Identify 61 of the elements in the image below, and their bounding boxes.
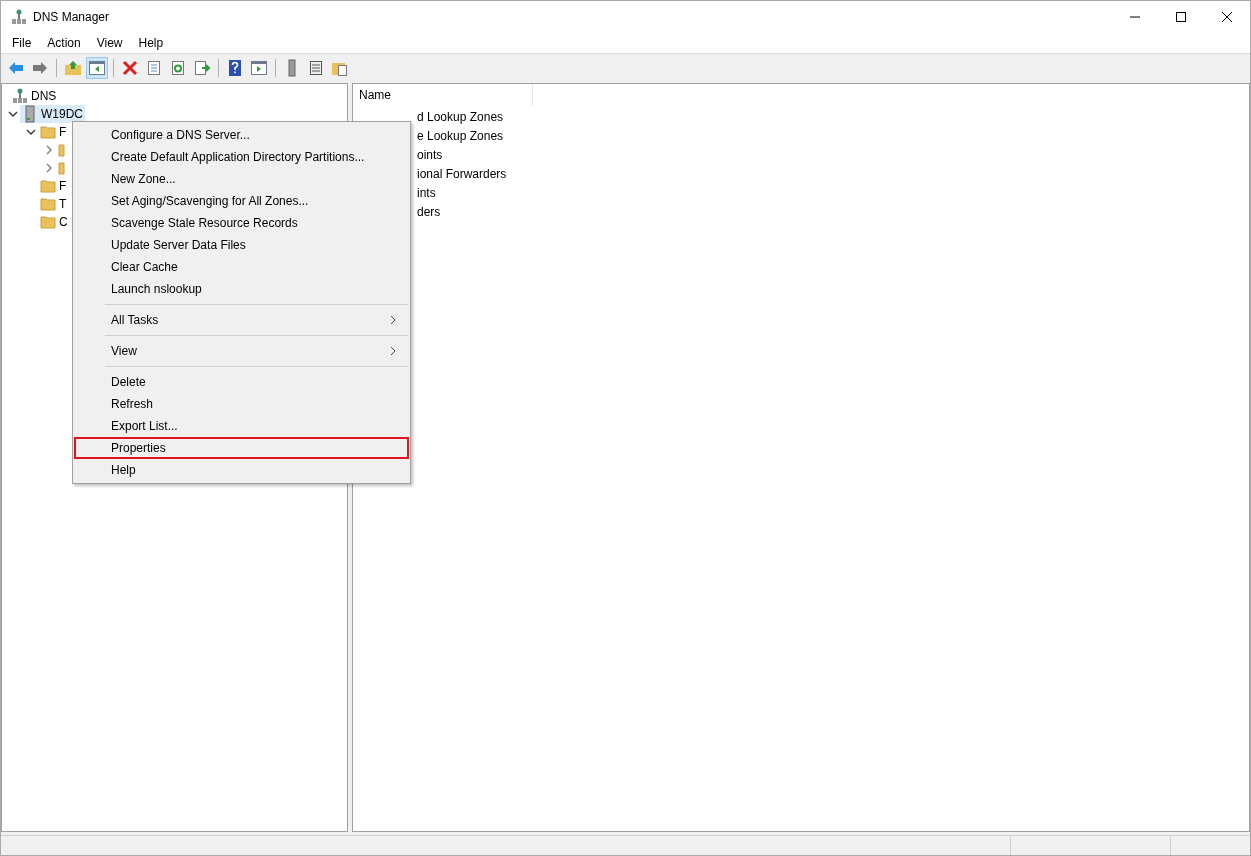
- collapse-chevron-icon[interactable]: [44, 145, 54, 155]
- collapse-chevron-icon[interactable]: [44, 163, 54, 173]
- list-icon: [307, 59, 325, 77]
- window-title: DNS Manager: [33, 8, 110, 26]
- expand-chevron-icon[interactable]: [8, 109, 18, 119]
- server-icon: [22, 105, 38, 123]
- folder-icon: [58, 161, 65, 175]
- list-item[interactable]: ders: [417, 202, 441, 221]
- list-item[interactable]: d Lookup Zones: [417, 107, 504, 126]
- folder-icon: [40, 197, 56, 211]
- folder-icon: [58, 143, 65, 157]
- help-icon: [226, 59, 244, 77]
- column-header[interactable]: Name: [353, 84, 533, 106]
- menu-item[interactable]: File: [4, 33, 40, 52]
- context-menu-item[interactable]: Properties: [74, 437, 409, 459]
- context-menu-item[interactable]: Clear Cache: [74, 256, 409, 278]
- tree-item[interactable]: W19DC: [20, 105, 85, 123]
- list-item[interactable]: ints: [417, 183, 436, 202]
- submenu-chevron-icon: [389, 315, 397, 325]
- folder-icon: [40, 125, 56, 139]
- network-icon: [12, 88, 28, 104]
- context-menu-item[interactable]: Create Default Application Directory Partitions...: [74, 146, 409, 168]
- folder-icon: [40, 179, 56, 193]
- forward-arrow-icon: [31, 59, 49, 77]
- context-menu-item[interactable]: Export List...: [74, 415, 409, 437]
- menu-item[interactable]: View: [88, 33, 131, 52]
- context-menu-item[interactable]: Launch nslookup: [74, 278, 409, 300]
- maximize-icon: [1176, 11, 1186, 22]
- console-window-icon: [250, 59, 268, 77]
- folder-icon: [40, 215, 56, 229]
- list-item[interactable]: e Lookup Zones: [417, 126, 504, 145]
- context-menu-item[interactable]: Scavenge Stale Resource Records: [74, 212, 409, 234]
- close-icon: [1222, 11, 1232, 22]
- tree-item[interactable]: F: [38, 177, 69, 195]
- toolbar-button[interactable]: [86, 57, 108, 79]
- tree-item[interactable]: DNS: [10, 87, 59, 105]
- network-icon: [11, 8, 27, 25]
- tree-item[interactable]: F: [38, 123, 69, 141]
- refresh-icon: [169, 59, 187, 77]
- context-menu-item[interactable]: Configure a DNS Server...: [74, 124, 409, 146]
- folder-up-icon: [64, 59, 82, 77]
- delete-x-icon: [121, 59, 139, 77]
- context-menu-item[interactable]: Update Server Data Files: [74, 234, 409, 256]
- context-menu-item[interactable]: Delete: [74, 371, 409, 393]
- expand-chevron-icon[interactable]: [26, 127, 36, 137]
- list-item[interactable]: oints: [417, 145, 443, 164]
- menu-item[interactable]: Action: [39, 33, 89, 52]
- context-menu-item[interactable]: All Tasks: [74, 309, 409, 331]
- context-menu-item[interactable]: Help: [74, 459, 409, 481]
- submenu-chevron-icon: [389, 346, 397, 356]
- context-menu-item[interactable]: Refresh: [74, 393, 409, 415]
- tree-item[interactable]: C: [38, 213, 70, 231]
- context-menu-item[interactable]: View: [74, 340, 409, 362]
- export-list-icon: [193, 59, 211, 77]
- menu-item[interactable]: Help: [130, 33, 172, 52]
- tree-item[interactable]: T: [38, 195, 69, 213]
- context-menu-item[interactable]: New Zone...: [74, 168, 409, 190]
- context-menu-item[interactable]: Set Aging/Scavenging for All Zones...: [74, 190, 409, 212]
- list-item[interactable]: ional Forwarders: [417, 164, 507, 183]
- properties-sheet-icon: [145, 59, 163, 77]
- console-tree-icon: [88, 59, 106, 77]
